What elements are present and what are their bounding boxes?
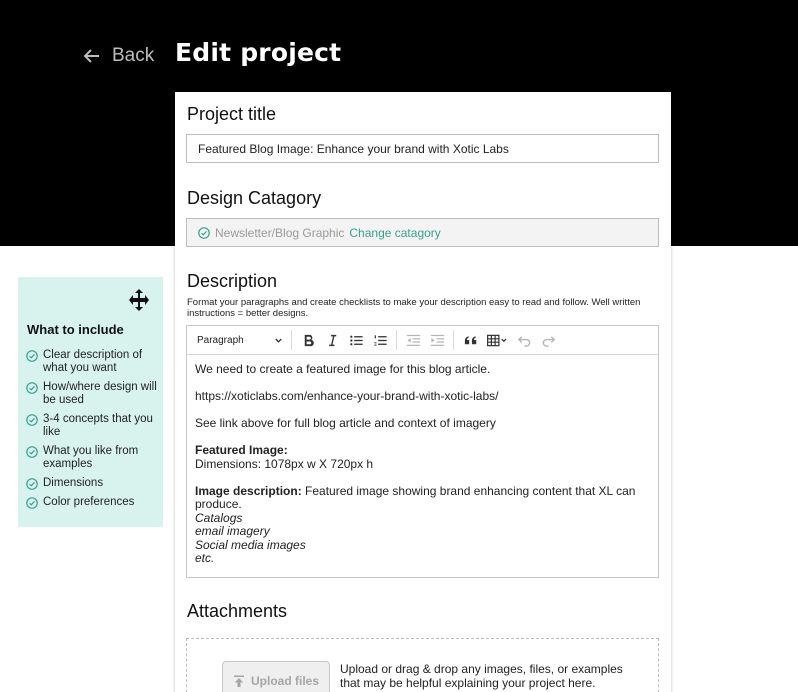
divider: [396, 330, 397, 350]
list-item: What you like from examples: [26, 445, 161, 471]
page-title: Edit project: [175, 38, 342, 67]
what-to-include-panel: What to include Clear description of wha…: [18, 277, 163, 527]
upload-files-label: Upload files: [250, 674, 319, 688]
featured-image-label: Featured Image:: [195, 443, 288, 457]
editor-featured-paragraph: Featured Image: Dimensions: 1078px w X 72…: [195, 443, 650, 471]
attachments-dropzone[interactable]: Upload files Upload or drag & drop any i…: [186, 638, 659, 692]
check-circle-icon: [198, 226, 210, 239]
block-format-select[interactable]: Paragraph: [193, 329, 287, 351]
editor-list-item: Catalogs: [195, 510, 243, 525]
move-icon[interactable]: [127, 288, 151, 312]
redo-button[interactable]: [536, 329, 560, 351]
editor-paragraph: See link above for full blog article and…: [195, 416, 496, 430]
check-circle-icon: [26, 478, 38, 490]
table-icon: [487, 334, 507, 346]
check-circle-icon: [26, 446, 38, 458]
editor-link-paragraph: https://xoticlabs.com/enhance-your-brand…: [195, 389, 499, 403]
attachments-label: Attachments: [187, 601, 288, 621]
divider: [291, 330, 292, 350]
check-circle-icon: [26, 414, 38, 426]
quote-icon: [464, 335, 476, 344]
bullet-list-button[interactable]: [344, 329, 368, 351]
bullet-list-icon: [349, 335, 363, 345]
indent-icon: [430, 334, 444, 346]
list-item: How/where design will be used: [26, 381, 161, 407]
numbered-list-button[interactable]: [368, 329, 392, 351]
bold-button[interactable]: [296, 329, 320, 351]
category-value: Newsletter/Blog Graphic: [215, 225, 345, 240]
undo-icon: [517, 335, 530, 347]
editor-list-item: email imagery: [195, 524, 270, 538]
description-help: Format your paragraphs and create checkl…: [187, 297, 641, 319]
upload-icon: [233, 675, 244, 687]
project-form-card: Project title Design Catagory Newsletter…: [175, 92, 671, 692]
arrow-left-icon: [83, 49, 99, 63]
description-editor: Paragraph We need to create a featured i…: [186, 325, 659, 578]
attachments-help: Upload or drag & drop any images, files,…: [340, 662, 623, 690]
project-title-label: Project title: [187, 104, 277, 124]
list-item: Color preferences: [26, 496, 161, 509]
editor-toolbar: Paragraph: [187, 326, 658, 355]
project-title-input[interactable]: [186, 134, 659, 163]
editor-image-description: Image description: Featured image showin…: [195, 483, 636, 565]
dimensions-text: Dimensions: 1078px w X 720px h: [195, 456, 374, 471]
design-category-field: Newsletter/Blog Graphic Change catagory: [186, 218, 659, 247]
editor-list-item: Social media images: [195, 537, 306, 552]
undo-button[interactable]: [512, 329, 536, 351]
table-button[interactable]: [482, 329, 512, 351]
blockquote-button[interactable]: [458, 329, 482, 351]
description-label: Description: [187, 271, 278, 291]
list-item: Clear description of what you want: [26, 349, 161, 375]
check-circle-icon: [26, 350, 38, 362]
editor-content[interactable]: We need to create a featured image for t…: [187, 355, 658, 566]
divider: [453, 330, 454, 350]
bold-icon: [304, 334, 314, 346]
numbered-list-icon: [373, 334, 387, 346]
indent-button[interactable]: [425, 329, 449, 351]
sidebar-title: What to include: [27, 322, 124, 337]
italic-button[interactable]: [320, 329, 344, 351]
list-item: 3-4 concepts that you like: [26, 413, 161, 439]
outdent-icon: [406, 334, 420, 346]
back-label: Back: [112, 45, 155, 66]
upload-files-button[interactable]: Upload files: [222, 661, 330, 692]
list-item: Dimensions: [26, 477, 161, 490]
editor-list-item: etc.: [195, 551, 215, 565]
redo-icon: [542, 335, 555, 347]
check-circle-icon: [26, 382, 38, 394]
back-button[interactable]: Back: [82, 44, 154, 68]
check-circle-icon: [26, 497, 38, 509]
design-category-label: Design Catagory: [187, 188, 322, 208]
editor-paragraph: We need to create a featured image for t…: [195, 362, 491, 376]
italic-icon: [328, 334, 336, 346]
sidebar-list: Clear description of what you want How/w…: [26, 349, 161, 515]
chevron-down-icon: [275, 338, 282, 343]
outdent-button[interactable]: [401, 329, 425, 351]
change-category-link[interactable]: Change catagory: [349, 226, 440, 240]
image-description-label: Image description:: [195, 483, 302, 498]
